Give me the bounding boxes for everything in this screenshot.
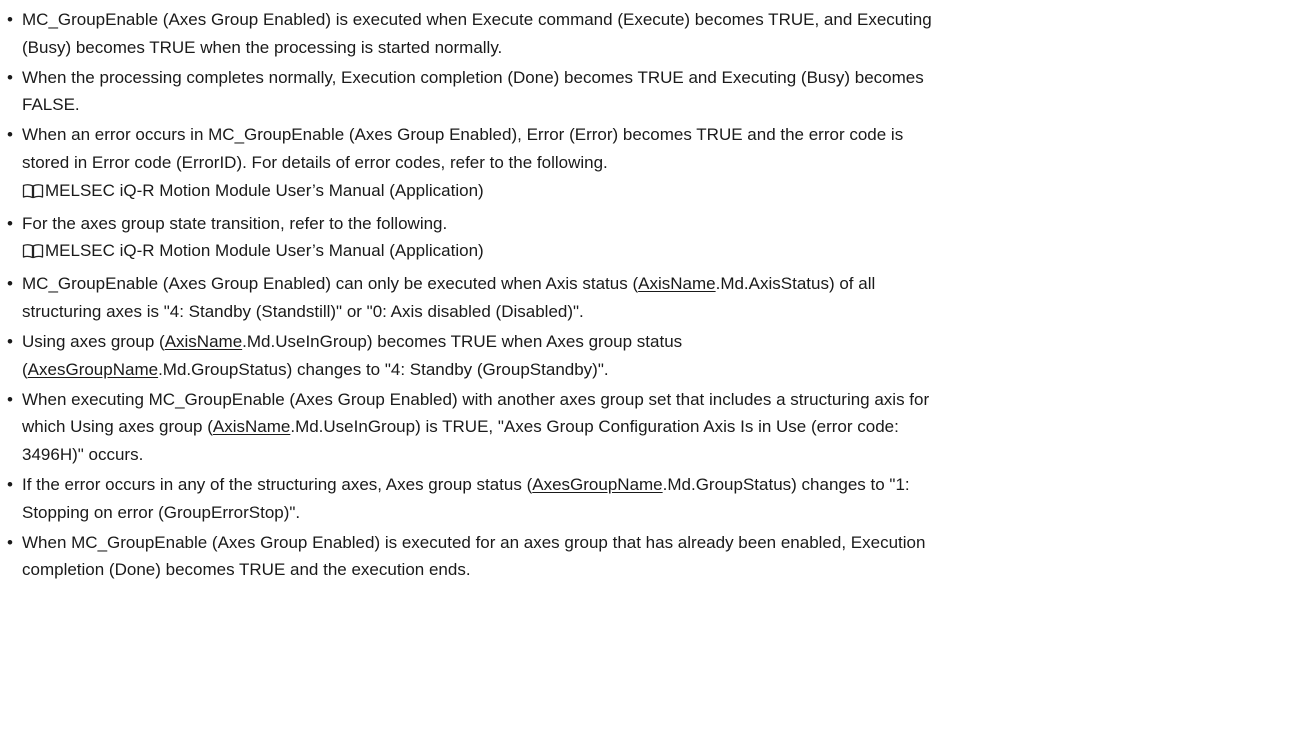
text-segment: (Busy) becomes TRUE when the processing … — [22, 37, 503, 57]
text-line: Using axes group (AxisName.Md.UseInGroup… — [22, 328, 1303, 356]
text-line: (Busy) becomes TRUE when the processing … — [22, 34, 1303, 62]
list-item: • MC_GroupEnable (Axes Group Enabled) can… — [4, 270, 1303, 325]
text-line: Stopping on error (GroupErrorStop)". — [22, 499, 1303, 527]
list-item: • MC_GroupEnable (Axes Group Enabled) is … — [4, 6, 1303, 61]
text-line: which Using axes group (AxisName.Md.UseI… — [22, 413, 1303, 441]
bullet-marker: • — [7, 274, 13, 294]
bullet-marker: • — [7, 475, 13, 494]
bullet-marker: • — [7, 10, 13, 29]
variable-name: AxesGroupName — [27, 359, 159, 379]
variable-name: AxisName — [638, 274, 716, 294]
text-line: stored in Error code (ErrorID). For deta… — [22, 149, 1303, 177]
text-line: When the processing completes normally, … — [22, 64, 1303, 92]
text-segment: which Using axes group ( — [22, 417, 213, 437]
text-segment: When MC_GroupEnable (Axes Group Enabled)… — [22, 532, 926, 552]
bullet-marker: • — [7, 389, 13, 409]
bullet-marker: • — [7, 332, 13, 352]
text-segment: stored in Error code (ErrorID). For deta… — [22, 152, 608, 172]
text-segment: Stopping on error (GroupErrorStop)". — [22, 502, 301, 522]
text-segment: .Md.UseInGroup) is TRUE, "Axes Group Con… — [290, 417, 899, 437]
text-segment: When an error occurs in MC_GroupEnable (… — [22, 125, 904, 145]
text-line: When an error occurs in MC_GroupEnable (… — [22, 121, 1303, 149]
list-item: • When executing MC_GroupEnable (Axes Gro… — [4, 386, 1303, 469]
manual-reference: MELSEC iQ-R Motion Module User’s Manual … — [22, 177, 1303, 208]
text-line: structuring axes is "4: Standby (Standst… — [22, 298, 1303, 326]
list-item: • For the axes group state transition, re… — [4, 210, 1303, 268]
text-segment: .Md.UseInGroup) becomes TRUE when Axes g… — [242, 332, 683, 352]
document-body: • MC_GroupEnable (Axes Group Enabled) is … — [0, 0, 1311, 584]
text-line: If the error occurs in any of the struct… — [22, 471, 1303, 499]
variable-name: AxesGroupName — [532, 475, 663, 494]
book-icon — [22, 240, 44, 268]
variable-name: AxisName — [212, 417, 291, 437]
list-item: • If the error occurs in any of the stru… — [4, 471, 1303, 526]
text-line: (AxesGroupName.Md.GroupStatus) changes t… — [22, 356, 1303, 384]
text-segment: .Md.GroupStatus) changes to "4: Standby … — [158, 359, 609, 379]
book-icon — [22, 180, 44, 208]
text-segment: structuring axes is "4: Standby (Standst… — [22, 301, 584, 321]
bullet-marker: • — [7, 213, 13, 233]
text-line: When MC_GroupEnable (Axes Group Enabled)… — [22, 529, 1303, 557]
text-segment: .Md.AxisStatus) of all — [715, 274, 876, 294]
text-segment: When the processing completes normally, … — [22, 67, 924, 87]
text-segment: 3496H)" occurs. — [22, 444, 144, 464]
text-segment: MC_GroupEnable (Axes Group Enabled) is e… — [22, 10, 932, 29]
text-segment: FALSE. — [22, 95, 80, 115]
text-line: MC_GroupEnable (Axes Group Enabled) is e… — [22, 6, 1303, 34]
bullet-marker: • — [7, 125, 13, 145]
bullet-list: • MC_GroupEnable (Axes Group Enabled) is … — [4, 6, 1303, 584]
bullet-marker: • — [7, 67, 13, 87]
list-item: • When the processing completes normally,… — [4, 64, 1303, 119]
bullet-marker: • — [7, 532, 13, 552]
text-line: When executing MC_GroupEnable (Axes Grou… — [22, 386, 1303, 414]
variable-name: AxisName — [164, 332, 243, 352]
text-segment: MC_GroupEnable (Axes Group Enabled) can … — [22, 274, 639, 294]
text-segment: Using axes group ( — [22, 332, 165, 352]
text-segment: completion (Done) becomes TRUE and the e… — [22, 560, 471, 580]
text-line: completion (Done) becomes TRUE and the e… — [22, 556, 1303, 584]
manual-title: MELSEC iQ-R Motion Module User’s Manual … — [45, 180, 484, 200]
manual-reference: MELSEC iQ-R Motion Module User’s Manual … — [22, 237, 1303, 268]
manual-title: MELSEC iQ-R Motion Module User’s Manual … — [45, 241, 484, 261]
text-segment: When executing MC_GroupEnable (Axes Grou… — [22, 389, 930, 409]
text-line: For the axes group state transition, ref… — [22, 210, 1303, 238]
text-line: FALSE. — [22, 91, 1303, 119]
text-segment: For the axes group state transition, ref… — [22, 213, 448, 233]
text-line: MC_GroupEnable (Axes Group Enabled) can … — [22, 270, 1303, 298]
text-segment: .Md.GroupStatus) changes to "1: — [662, 475, 910, 494]
text-segment: If the error occurs in any of the struct… — [22, 475, 533, 494]
text-line: 3496H)" occurs. — [22, 441, 1303, 469]
list-item: • When MC_GroupEnable (Axes Group Enabled… — [4, 529, 1303, 584]
list-item: • When an error occurs in MC_GroupEnable … — [4, 121, 1303, 207]
list-item: • Using axes group (AxisName.Md.UseInGrou… — [4, 328, 1303, 383]
